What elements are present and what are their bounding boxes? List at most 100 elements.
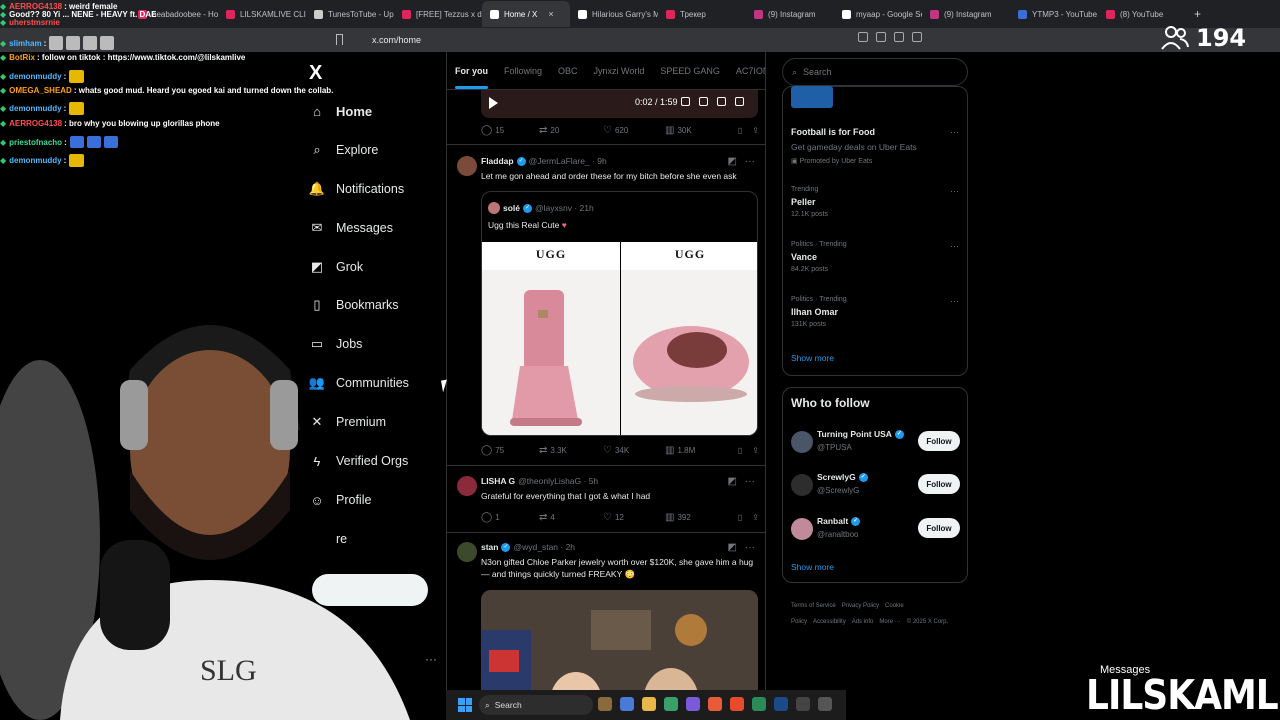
- trend-item[interactable]: Politics · Trending Ilhan Omar 131K posts ·…: [791, 296, 961, 328]
- app-icon[interactable]: [796, 697, 810, 711]
- share-icon[interactable]: ⇪: [752, 126, 759, 135]
- play-icon[interactable]: [489, 97, 498, 109]
- browser-tab[interactable]: Home / X ×: [482, 1, 570, 27]
- follow-suggestion[interactable]: ScrewlyG ✓ @ScrewlyG Follow: [791, 470, 961, 502]
- app-icon[interactable]: [598, 697, 612, 711]
- more-icon[interactable]: ···: [950, 241, 959, 251]
- footer-link[interactable]: Accessibility: [813, 619, 846, 625]
- url-field[interactable]: x.com/home: [372, 35, 421, 45]
- author-handle[interactable]: @wyd_stan · 2h: [513, 542, 575, 552]
- share-icon[interactable]: ⇪: [752, 446, 759, 455]
- more-icon[interactable]: ···: [950, 127, 959, 137]
- settings-icon[interactable]: [699, 97, 708, 106]
- like-button[interactable]: ♡ 620: [603, 125, 665, 136]
- more-icon[interactable]: ···: [950, 186, 959, 196]
- views-button[interactable]: ▥ 1.8M: [665, 445, 725, 456]
- ugg-boot-image[interactable]: UGG: [482, 242, 620, 435]
- more-icon[interactable]: ···: [745, 542, 755, 553]
- suggestion-name[interactable]: ScrewlyG ✓: [817, 472, 868, 482]
- avatar[interactable]: [791, 431, 813, 453]
- close-tab-icon[interactable]: ×: [548, 9, 553, 19]
- trend-item[interactable]: Politics · Trending Vance 84.2K posts ···: [791, 241, 961, 273]
- footer-link[interactable]: Ads info: [852, 619, 874, 625]
- author-handle[interactable]: @JermLaFlare_ · 9h: [529, 156, 607, 166]
- tab-for-you[interactable]: For you: [447, 66, 496, 89]
- app-icon[interactable]: [686, 697, 700, 711]
- reply-button[interactable]: ◯ 1: [481, 512, 539, 523]
- show-more-trends[interactable]: Show more: [791, 353, 834, 363]
- avatar[interactable]: [791, 474, 813, 496]
- views-button[interactable]: ▥ 392: [665, 512, 725, 523]
- follow-suggestion[interactable]: Ranbalt ✓ @ranaltboo Follow: [791, 514, 961, 546]
- volume-icon[interactable]: [681, 97, 690, 106]
- sidebar-item-search[interactable]: ⌕ Explore: [310, 142, 378, 157]
- app-icon[interactable]: [620, 697, 634, 711]
- tab-speed-gang[interactable]: SPEED GANG: [652, 66, 728, 76]
- avatar[interactable]: [791, 518, 813, 540]
- footer-link[interactable]: © 2025 X Corp.: [907, 619, 948, 625]
- reply-button[interactable]: ◯ 75: [481, 445, 539, 456]
- footer-link[interactable]: Privacy Policy: [842, 603, 879, 609]
- app-icon[interactable]: [664, 697, 678, 711]
- grok-icon[interactable]: ◩: [728, 542, 737, 553]
- more-icon[interactable]: ···: [950, 296, 959, 306]
- quoted-tweet[interactable]: solé ✓ @layxsnv · 21h Ugg this Real Cute…: [481, 191, 758, 436]
- search-input[interactable]: ⌕ Search: [782, 58, 968, 86]
- repost-button[interactable]: ⇄ 4: [539, 512, 603, 523]
- browser-tab[interactable]: myaap - Google Sear: [834, 1, 922, 27]
- bookmark-icon[interactable]: ▯: [738, 446, 742, 455]
- grok-icon[interactable]: ◩: [728, 156, 737, 167]
- browser-tab[interactable]: (9) Instagram: [922, 1, 1010, 27]
- tab-obc[interactable]: OBC: [550, 66, 586, 76]
- follow-button[interactable]: Follow: [918, 431, 960, 451]
- suggestion-name[interactable]: Turning Point USA ✓: [817, 429, 904, 439]
- browser-tab[interactable]: TunesToTube - Uplo: [306, 1, 394, 27]
- file-explorer-icon[interactable]: [642, 697, 656, 711]
- footer-link[interactable]: More ···: [879, 619, 900, 625]
- new-tab-icon[interactable]: +: [1194, 7, 1201, 21]
- author-name[interactable]: stan: [481, 542, 498, 552]
- sidebar-item-grok[interactable]: ◩ Grok: [310, 259, 363, 274]
- pip-icon[interactable]: [717, 97, 726, 106]
- browser-tab[interactable]: LILSKAMLIVE CLIPS -: [218, 1, 306, 27]
- sidebar-item-home[interactable]: ⌂ Home: [310, 104, 372, 119]
- steam-icon[interactable]: [774, 697, 788, 711]
- avatar[interactable]: [457, 156, 477, 176]
- follow-button[interactable]: Follow: [918, 474, 960, 494]
- ad-image[interactable]: [791, 86, 833, 108]
- avatar[interactable]: [457, 542, 477, 562]
- windows-start-icon[interactable]: [458, 698, 472, 712]
- app-icon[interactable]: [752, 697, 766, 711]
- taskbar-search[interactable]: ⌕ Search: [479, 695, 593, 715]
- tab-following[interactable]: Following: [496, 66, 550, 76]
- author-name[interactable]: Fladdap: [481, 156, 514, 166]
- avatar[interactable]: [457, 476, 477, 496]
- video-player[interactable]: 0:02 / 1:59: [481, 90, 758, 118]
- trend-item[interactable]: Trending Peller 12.1K posts ···: [791, 186, 961, 218]
- grok-icon[interactable]: ◩: [728, 476, 737, 487]
- author-handle[interactable]: @theonlyLishaG · 5h: [518, 476, 598, 486]
- footer-link[interactable]: Terms of Service: [791, 603, 836, 609]
- show-more-follow[interactable]: Show more: [791, 562, 834, 572]
- share-icon[interactable]: ⇪: [752, 513, 759, 522]
- account-menu-icon[interactable]: ···: [425, 652, 437, 666]
- more-icon[interactable]: ···: [745, 476, 755, 487]
- browser-tab[interactable]: Трекер: [658, 1, 746, 27]
- app-icon[interactable]: [818, 697, 832, 711]
- sidebar-item-bell[interactable]: 🔔 Notifications: [309, 181, 404, 196]
- repost-button[interactable]: ⇄ 20: [539, 125, 603, 136]
- brave-shield-icon[interactable]: [894, 32, 904, 42]
- bookmark-icon[interactable]: ▯: [738, 513, 742, 522]
- tab-jynxzi-world[interactable]: Jynxzi World: [586, 66, 653, 76]
- follow-button[interactable]: Follow: [918, 518, 960, 538]
- browser-tab[interactable]: Hilarious Garry's Mo: [570, 1, 658, 27]
- follow-suggestion[interactable]: Turning Point USA ✓ @TPUSA Follow: [791, 427, 961, 459]
- brave-icon[interactable]: [730, 697, 744, 711]
- browser-tab[interactable]: (9) Instagram: [746, 1, 834, 27]
- app-icon[interactable]: [708, 697, 722, 711]
- bookmark-icon[interactable]: [336, 34, 343, 45]
- like-button[interactable]: ♡ 34K: [603, 445, 665, 456]
- reply-button[interactable]: ◯ 15: [481, 125, 539, 136]
- sidebar-item-envelope[interactable]: ✉ Messages: [310, 220, 393, 235]
- cast-icon[interactable]: [858, 32, 868, 42]
